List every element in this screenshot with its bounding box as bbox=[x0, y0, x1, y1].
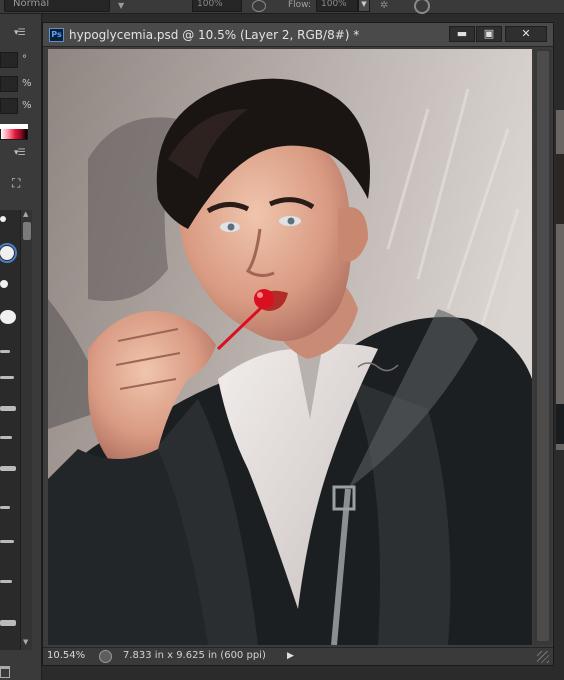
options-bar: Normal ▼ 100% Flow: 100% ▼ ✲ bbox=[0, 0, 564, 14]
adjacent-canvas-shadow bbox=[556, 404, 564, 444]
brush-preset-item[interactable] bbox=[0, 540, 14, 543]
flow-label: Flow: bbox=[288, 0, 312, 10]
scrollbar-thumb[interactable] bbox=[23, 222, 31, 240]
brush-hardness-field[interactable] bbox=[0, 76, 18, 92]
brush-preset-item[interactable] bbox=[0, 466, 16, 471]
brush-preset-item[interactable] bbox=[0, 620, 16, 626]
brush-panel: ▾☰ ° % % ▾☰ ⛶ ▲ ▼ bbox=[0, 14, 42, 680]
opacity-field[interactable]: 100% bbox=[192, 0, 242, 12]
vertical-scrollbar[interactable] bbox=[534, 49, 552, 645]
trash-icon[interactable] bbox=[0, 666, 10, 678]
adjacent-window-edge bbox=[556, 14, 564, 680]
brush-preset-item[interactable] bbox=[0, 350, 10, 353]
play-arrow-icon[interactable]: ▶ bbox=[287, 649, 299, 664]
ps-icon: Ps bbox=[49, 28, 64, 42]
blend-mode-select[interactable]: Normal bbox=[4, 0, 110, 12]
resize-grip-icon[interactable] bbox=[537, 651, 549, 663]
document-title: hypoglycemia.psd @ 10.5% (Layer 2, RGB/8… bbox=[69, 28, 360, 42]
scroll-down-icon[interactable]: ▼ bbox=[23, 638, 28, 646]
document-window: Ps hypoglycemia.psd @ 10.5% (Layer 2, RG… bbox=[42, 22, 554, 666]
panel-menu-icon[interactable]: ▾☰ bbox=[14, 28, 26, 38]
flow-dropdown-button[interactable]: ▼ bbox=[358, 0, 370, 12]
brush-preset-item[interactable] bbox=[0, 506, 10, 509]
brush-preset-item[interactable] bbox=[0, 310, 16, 324]
lollipop-candy bbox=[254, 289, 274, 309]
brush-preset-list bbox=[0, 210, 20, 650]
document-info: 7.833 in x 9.625 in (600 ppi) bbox=[123, 650, 266, 661]
brush-preset-item[interactable] bbox=[0, 376, 14, 379]
airbrush-icon[interactable]: ✲ bbox=[380, 0, 396, 12]
chevron-down-icon[interactable]: ▼ bbox=[118, 1, 126, 10]
minimize-button[interactable]: ▬ bbox=[449, 26, 475, 42]
brush-preset-item[interactable] bbox=[0, 436, 12, 439]
panel-menu-icon-2[interactable]: ▾☰ bbox=[14, 148, 26, 158]
status-bar: 10.54% 7.833 in x 9.625 in (600 ppi) ▶ bbox=[43, 647, 553, 665]
brush-preset-item-selected[interactable] bbox=[0, 243, 17, 263]
document-canvas[interactable] bbox=[48, 49, 532, 645]
maximize-button[interactable]: ▣ bbox=[476, 26, 502, 42]
size-unit: ° bbox=[22, 54, 27, 65]
flow-field[interactable]: 100% bbox=[316, 0, 358, 12]
close-button[interactable]: ✕ bbox=[505, 26, 547, 42]
adjacent-canvas-dark bbox=[556, 154, 564, 224]
zoom-level-field[interactable]: 10.54% bbox=[47, 649, 91, 664]
info-icon[interactable] bbox=[99, 650, 112, 663]
spacing-unit: % bbox=[22, 100, 32, 111]
pressure-opacity-icon[interactable] bbox=[252, 0, 266, 12]
document-titlebar[interactable]: Ps hypoglycemia.psd @ 10.5% (Layer 2, RG… bbox=[43, 23, 553, 47]
brush-size-field[interactable] bbox=[0, 52, 18, 68]
brush-preset-item[interactable] bbox=[0, 280, 8, 288]
scrollbar-thumb[interactable] bbox=[537, 51, 549, 641]
brush-spacing-field[interactable] bbox=[0, 98, 18, 114]
brush-preset-item[interactable] bbox=[0, 580, 12, 583]
lollipop-shine bbox=[257, 292, 263, 298]
scroll-up-icon[interactable]: ▲ bbox=[23, 210, 28, 218]
brush-preset-item[interactable] bbox=[0, 406, 16, 411]
hardness-unit: % bbox=[22, 78, 32, 89]
iris-left bbox=[227, 223, 235, 231]
painting-artwork bbox=[48, 49, 532, 645]
brush-preset-item[interactable] bbox=[0, 216, 6, 222]
color-ramp-highlight bbox=[0, 124, 28, 129]
tablet-pressure-icon[interactable] bbox=[414, 0, 430, 14]
brush-preset-icon[interactable]: ⛶ bbox=[12, 176, 30, 192]
brush-list-scrollbar[interactable]: ▲ ▼ bbox=[20, 210, 32, 650]
iris-right bbox=[287, 217, 295, 225]
